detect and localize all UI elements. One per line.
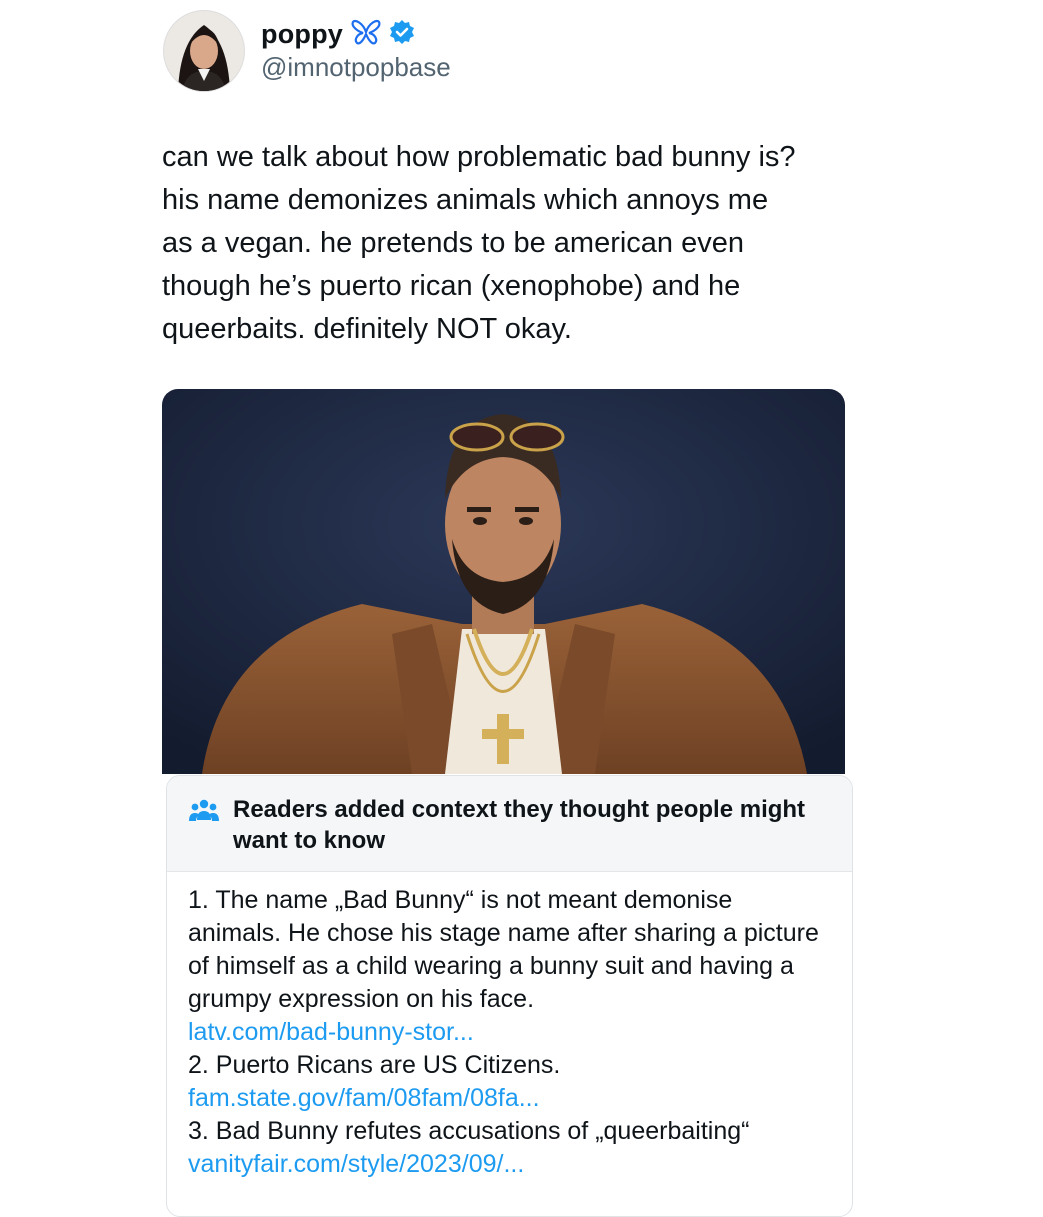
handle[interactable]: @imnotpopbase — [261, 52, 451, 83]
community-note-header: Readers added context they thought peopl… — [167, 776, 852, 872]
note-item: 2. Puerto Ricans are US Citizens. fam.st… — [188, 1049, 830, 1115]
tweet-text-line: queerbaits. definitely NOT okay. — [162, 313, 572, 345]
note-item: 3. Bad Bunny refutes accusations of „que… — [188, 1115, 830, 1181]
community-note: Readers added context they thought peopl… — [166, 775, 853, 1217]
note-item-text: 1. The name „Bad Bunny“ is not meant dem… — [188, 886, 819, 1013]
tweet-text-line: his name demonizes animals which annoys … — [162, 184, 769, 216]
note-item-text: 3. Bad Bunny refutes accusations of „que… — [188, 1117, 750, 1145]
butterfly-icon — [351, 19, 381, 50]
tweet-text: can we talk about how problematic bad bu… — [162, 136, 882, 351]
note-item-text: 2. Puerto Ricans are US Citizens. — [188, 1051, 561, 1079]
community-note-body: 1. The name „Bad Bunny“ is not meant dem… — [167, 872, 852, 1181]
note-item-link[interactable]: vanityfair.com/style/2023/09/... — [188, 1150, 524, 1178]
tweet-text-line: can we talk about how problematic bad bu… — [162, 141, 796, 173]
community-note-title: Readers added context they thought peopl… — [233, 796, 806, 854]
verified-badge-icon — [389, 19, 415, 50]
note-item-link[interactable]: fam.state.gov/fam/08fam/08fa... — [188, 1084, 540, 1112]
tweet-text-line: as a vegan. he pretends to be american e… — [162, 227, 744, 259]
tweet-header: poppy @imnotpopbase — [163, 10, 451, 92]
display-name[interactable]: poppy — [261, 19, 343, 50]
avatar[interactable] — [163, 10, 245, 92]
note-item: 1. The name „Bad Bunny“ is not meant dem… — [188, 884, 830, 1049]
note-item-link[interactable]: latv.com/bad-bunny-stor... — [188, 1018, 474, 1046]
tweet-text-line: though he’s puerto rican (xenophobe) and… — [162, 270, 741, 302]
tweet-photo[interactable] — [162, 389, 845, 774]
people-icon — [189, 798, 219, 824]
